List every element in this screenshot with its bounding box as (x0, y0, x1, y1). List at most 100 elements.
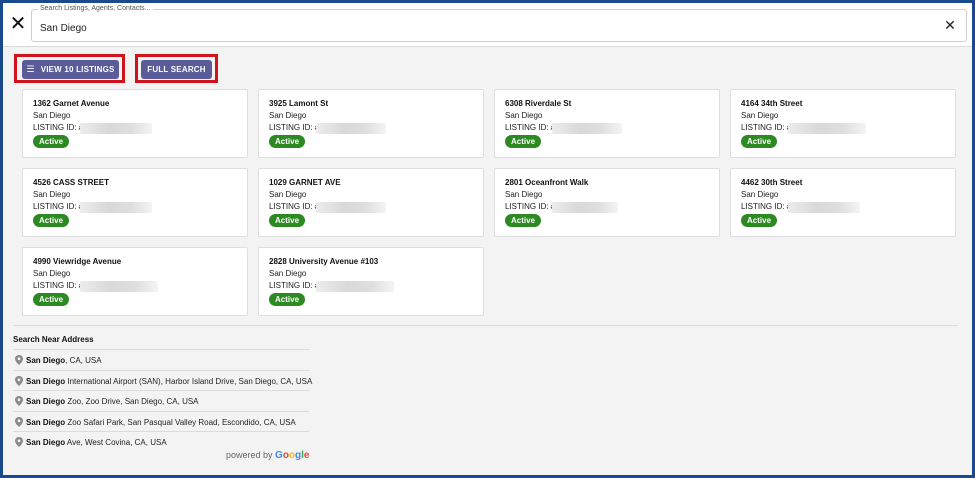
redacted-listing-id (788, 123, 866, 134)
clear-icon[interactable]: ✕ (942, 17, 958, 35)
near-address-rest: Zoo, Zoo Drive, San Diego, CA, USA (65, 397, 199, 406)
listing-city: San Diego (269, 111, 307, 120)
listing-card[interactable]: 2828 University Avenue #103 San Diego LIST… (258, 247, 484, 316)
status-badge: Active (741, 214, 778, 227)
redacted-listing-id (552, 202, 618, 213)
near-address-match: San Diego (26, 376, 66, 386)
view-listings-button[interactable]: ☰ VIEW 10 LISTINGS (22, 60, 119, 79)
listing-card[interactable]: 2801 Oceanfront Walk San Diego LISTING ID:… (494, 168, 720, 237)
listing-id-label: LISTING ID: # (505, 123, 556, 132)
redacted-listing-id (316, 281, 394, 292)
status-badge: Active (505, 135, 542, 148)
near-address-item[interactable]: San Diego International Airport (SAN), H… (13, 369, 312, 390)
list-icon: ☰ (26, 64, 35, 75)
near-address-item[interactable]: San Diego Zoo Safari Park, San Pasqual V… (13, 410, 309, 431)
redacted-listing-id (80, 281, 158, 292)
listing-id-label: LISTING ID: # (33, 123, 84, 132)
search-field[interactable]: Search Listings, Agents, Contacts... ✕ (31, 5, 967, 42)
status-badge: Active (741, 135, 778, 148)
status-badge: Active (269, 135, 306, 148)
listing-address: 2828 University Avenue #103 (269, 257, 379, 266)
near-address-match: San Diego (26, 417, 66, 427)
listing-id-label: LISTING ID: # (741, 202, 792, 211)
listing-city: San Diego (505, 111, 543, 120)
google-letter: e (303, 450, 310, 461)
near-address-text: San Diego International Airport (SAN), H… (26, 377, 312, 386)
listing-address: 4526 CASS STREET (33, 178, 110, 187)
search-near-title: Search Near Address (13, 335, 94, 344)
listing-id-label: LISTING ID: # (269, 202, 320, 211)
near-address-text: San Diego Zoo, Zoo Drive, San Diego, CA,… (26, 397, 199, 406)
status-badge: Active (269, 214, 306, 227)
search-bar: ✕ Search Listings, Agents, Contacts... ✕ (3, 3, 972, 47)
redacted-listing-id (552, 123, 622, 134)
app-window: ✕ Search Listings, Agents, Contacts... ✕… (3, 3, 972, 475)
redacted-listing-id (80, 123, 152, 134)
listing-city: San Diego (741, 111, 779, 120)
map-pin-icon (15, 355, 23, 365)
listing-city: San Diego (741, 190, 779, 199)
near-address-rest: , CA, USA (65, 356, 102, 365)
google-attribution: powered by Google (226, 450, 309, 461)
listing-address: 4990 Viewridge Avenue (33, 257, 122, 266)
listing-address: 4462 30th Street (741, 178, 803, 187)
listing-id-label: LISTING ID: # (269, 123, 320, 132)
listing-city: San Diego (505, 190, 543, 199)
redacted-listing-id (316, 202, 386, 213)
listing-card[interactable]: 4462 30th Street San Diego LISTING ID: # Ac… (730, 168, 956, 237)
redacted-listing-id (80, 202, 152, 213)
listing-card[interactable]: 3925 Lamont St San Diego LISTING ID: # Acti… (258, 89, 484, 158)
near-address-rest: International Airport (SAN), Harbor Isla… (65, 376, 313, 386)
status-badge: Active (505, 214, 542, 227)
listing-city: San Diego (33, 111, 71, 120)
listing-address: 2801 Oceanfront Walk (505, 178, 589, 187)
redacted-listing-id (788, 202, 860, 213)
near-address-rest: Ave, West Covina, CA, USA (65, 438, 167, 447)
listing-card[interactable]: 1362 Garnet Avenue San Diego LISTING ID: #… (22, 89, 248, 158)
status-badge: Active (33, 293, 70, 306)
full-search-label: FULL SEARCH (147, 65, 206, 74)
listing-card[interactable]: 1029 GARNET AVE San Diego LISTING ID: # Act… (258, 168, 484, 237)
status-badge: Active (269, 293, 306, 306)
divider (13, 325, 958, 326)
view-listings-label: VIEW 10 LISTINGS (40, 65, 115, 74)
map-pin-icon (15, 416, 23, 427)
listing-city: San Diego (33, 190, 71, 199)
map-pin-icon (15, 437, 23, 447)
listing-address: 6308 Riverdale St (505, 99, 572, 108)
search-label: Search Listings, Agents, Contacts... (38, 5, 153, 12)
listing-city: San Diego (269, 269, 307, 278)
google-logo: Google (275, 450, 309, 461)
near-address-match: San Diego (26, 356, 66, 365)
listing-id-label: LISTING ID: # (505, 202, 556, 211)
near-address-item[interactable]: San Diego Ave, West Covina, CA, USA (13, 431, 309, 451)
near-address-text: San Diego Ave, West Covina, CA, USA (26, 438, 167, 447)
listing-address: 3925 Lamont St (269, 99, 329, 108)
listing-card[interactable]: 6308 Riverdale St San Diego LISTING ID: # A… (494, 89, 720, 158)
near-address-item[interactable]: San Diego, CA, USA (13, 349, 309, 369)
status-badge: Active (33, 135, 70, 148)
near-address-text: San Diego, CA, USA (26, 356, 102, 365)
listing-card[interactable]: 4990 Viewridge Avenue San Diego LISTING ID… (22, 247, 248, 316)
redacted-listing-id (316, 123, 386, 134)
listing-card[interactable]: 4526 CASS STREET San Diego LISTING ID: # Ac… (22, 168, 248, 237)
close-icon[interactable]: ✕ (7, 12, 29, 34)
powered-by-text: powered by (226, 450, 276, 460)
listing-card[interactable]: 4164 34th Street San Diego LISTING ID: # Ac… (730, 89, 956, 158)
near-address-item[interactable]: San Diego Zoo, Zoo Drive, San Diego, CA,… (13, 390, 309, 410)
search-input[interactable] (40, 20, 920, 36)
listing-address: 1029 GARNET AVE (269, 178, 341, 187)
map-pin-icon (15, 396, 23, 406)
near-address-match: San Diego (26, 438, 66, 447)
listing-id-label: LISTING ID: # (269, 281, 320, 290)
google-letter: G (275, 450, 283, 461)
listing-id-label: LISTING ID: # (33, 202, 84, 211)
status-badge: Active (33, 214, 70, 227)
listing-city: San Diego (33, 269, 71, 278)
listing-id-label: LISTING ID: # (33, 281, 84, 290)
listing-address: 1362 Garnet Avenue (33, 99, 110, 108)
listing-id-label: LISTING ID: # (741, 123, 792, 132)
listing-address: 4164 34th Street (741, 99, 803, 108)
near-address-match: San Diego (26, 397, 66, 406)
full-search-button[interactable]: FULL SEARCH (141, 60, 212, 79)
